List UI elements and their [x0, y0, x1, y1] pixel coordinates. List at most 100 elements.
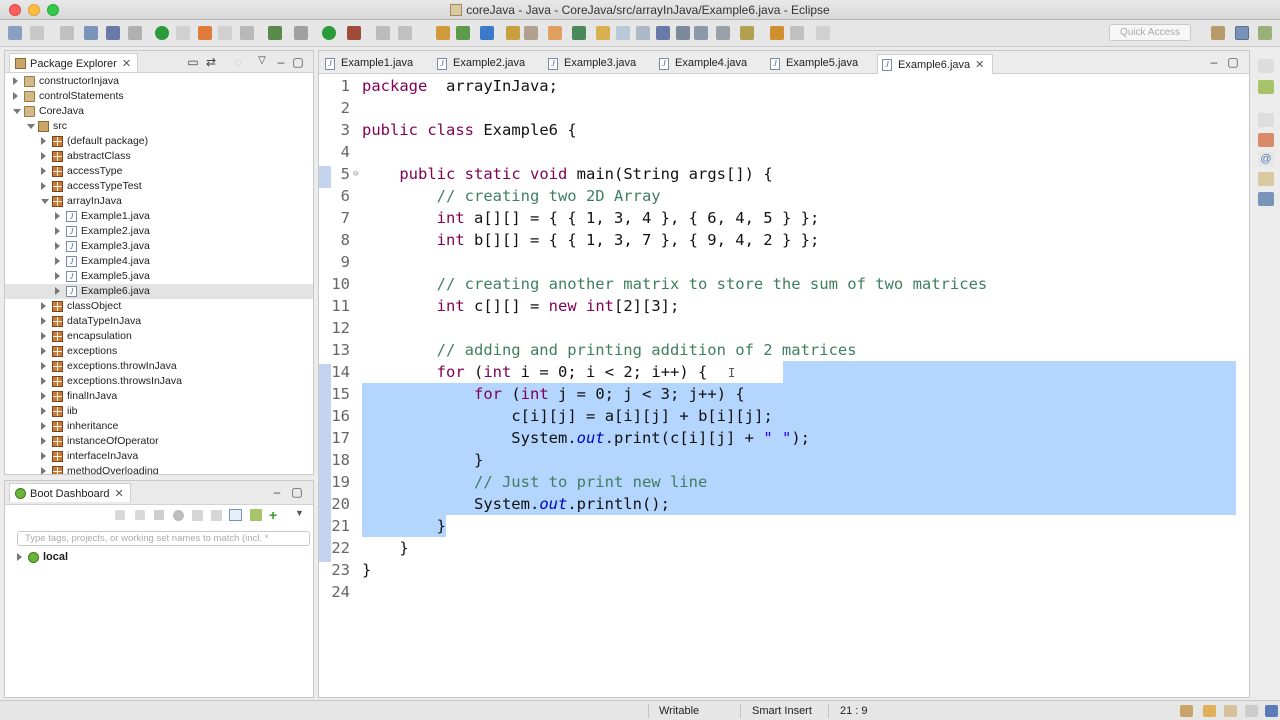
chevron-right-icon[interactable]: [41, 332, 46, 340]
tab-example6[interactable]: J Example6.java ✕: [877, 54, 994, 74]
tree-item[interactable]: interfaceInJava: [5, 449, 313, 464]
step-into-icon[interactable]: [240, 26, 254, 40]
code-line[interactable]: 7 int a[][] = { { 1, 3, 4 }, { 6, 4, 5 }…: [331, 207, 1261, 229]
debug-icon[interactable]: [135, 510, 145, 520]
tree-item-file[interactable]: J Example6.java: [5, 284, 313, 299]
close-icon[interactable]: ✕: [975, 59, 984, 71]
trim-restore-icon[interactable]: [1258, 59, 1274, 73]
tab-package-explorer[interactable]: Package Explorer ✕: [9, 53, 139, 72]
code-line[interactable]: 5 ⊖ public static void main(String args[]…: [331, 163, 1261, 185]
show-formatting-icon[interactable]: [676, 26, 690, 40]
prev-annotation-icon[interactable]: [716, 26, 730, 40]
pin-icon[interactable]: [816, 26, 830, 40]
chevron-right-icon[interactable]: [41, 362, 46, 370]
status-app-icon[interactable]: [1265, 705, 1278, 717]
debug-icon[interactable]: [294, 26, 308, 40]
chevron-right-icon[interactable]: [55, 212, 60, 220]
chevron-right-icon[interactable]: [41, 302, 46, 310]
dashboard-menu-icon[interactable]: ▼: [295, 508, 304, 518]
code-line[interactable]: 4: [331, 141, 1261, 163]
save-icon[interactable]: [30, 26, 44, 40]
tab-example5[interactable]: J Example5.java: [766, 54, 858, 74]
trim-restore-icon[interactable]: [1258, 113, 1274, 127]
tree-item[interactable]: src: [5, 119, 313, 134]
code-line[interactable]: 15 for (int j = 0; j < 3; j++) {: [331, 383, 1261, 405]
terminate-icon[interactable]: [198, 26, 212, 40]
code-line[interactable]: 11 int c[][] = new int[2][3];: [331, 295, 1261, 317]
maximize-view-icon[interactable]: ▢: [291, 55, 305, 69]
chevron-right-icon[interactable]: [41, 407, 46, 415]
open-type-icon[interactable]: [506, 26, 520, 40]
tree-item[interactable]: instanceOfOperator: [5, 434, 313, 449]
code-line[interactable]: 12: [331, 317, 1261, 339]
chevron-right-icon[interactable]: [41, 467, 46, 474]
code-line[interactable]: 19 // Just to print new line: [331, 471, 1261, 493]
code-line[interactable]: 17 System.out.print(c[i][j] + " ");: [331, 427, 1261, 449]
forward-icon[interactable]: [790, 26, 804, 40]
chevron-right-icon[interactable]: [55, 257, 60, 265]
back-icon[interactable]: [770, 26, 784, 40]
console-icon[interactable]: [1258, 192, 1274, 206]
debug-perspective-icon[interactable]: [1258, 26, 1272, 40]
tree-item[interactable]: exceptions.throwInJava: [5, 359, 313, 374]
new-icon[interactable]: [8, 26, 22, 40]
external-tools-icon[interactable]: [376, 26, 390, 40]
mark-occurrences-icon[interactable]: [596, 26, 610, 40]
focus-icon[interactable]: ◌: [231, 55, 245, 69]
console-icon[interactable]: [192, 510, 203, 521]
tree-item[interactable]: accessTypeTest: [5, 179, 313, 194]
chevron-down-icon[interactable]: [13, 109, 21, 114]
status-insert-mode[interactable]: Smart Insert: [752, 705, 812, 717]
chevron-right-icon[interactable]: [41, 377, 46, 385]
minimize-view-icon[interactable]: –: [270, 485, 284, 499]
chevron-right-icon[interactable]: [41, 422, 46, 430]
code-line[interactable]: 16 c[i][j] = a[i][j] + b[i][j];: [331, 405, 1261, 427]
stop-icon[interactable]: [154, 510, 164, 520]
layout-icon[interactable]: [229, 509, 242, 521]
tree-item-file[interactable]: J Example2.java: [5, 224, 313, 239]
new-class-icon[interactable]: [480, 26, 494, 40]
tree-item[interactable]: arrayInJava: [5, 194, 313, 209]
tab-example3[interactable]: J Example3.java: [544, 54, 636, 74]
disconnect-icon[interactable]: [218, 26, 232, 40]
block-selection-icon[interactable]: [636, 26, 650, 40]
tree-item-file[interactable]: J Example3.java: [5, 239, 313, 254]
code-line[interactable]: 22 }: [331, 537, 1261, 559]
status-cursor-position[interactable]: 21 : 9: [840, 705, 868, 717]
tree-item[interactable]: methodOverloading: [5, 464, 313, 474]
tree-item[interactable]: abstractClass: [5, 149, 313, 164]
code-line[interactable]: 8 int b[][] = { { 1, 3, 7 }, { 9, 4, 2 }…: [331, 229, 1261, 251]
close-icon[interactable]: ✕: [115, 488, 124, 500]
collapse-icon[interactable]: [250, 509, 262, 521]
code-line[interactable]: 21 }: [331, 515, 1261, 537]
chevron-right-icon[interactable]: [55, 272, 60, 280]
code-line[interactable]: 3 public class Example6 {: [331, 119, 1261, 141]
chevron-right-icon[interactable]: [41, 182, 46, 190]
tab-example2[interactable]: J Example2.java: [433, 54, 525, 74]
step-over-icon[interactable]: [268, 26, 282, 40]
fold-icon[interactable]: ⊖: [353, 163, 358, 185]
code-line[interactable]: 14 for (int i = 0; i < 2; i++) {: [331, 361, 1261, 383]
tab-boot-dashboard[interactable]: Boot Dashboard ✕: [9, 483, 131, 502]
tree-item[interactable]: encapsulation: [5, 329, 313, 344]
tasks-icon[interactable]: [1203, 705, 1216, 717]
javadoc-icon[interactable]: @: [1258, 152, 1274, 166]
tree-item[interactable]: finalInJava: [5, 389, 313, 404]
code-line[interactable]: 1 package arrayInJava;: [331, 75, 1261, 97]
chevron-right-icon[interactable]: [41, 137, 46, 145]
code-line[interactable]: 13 // adding and printing addition of 2 …: [331, 339, 1261, 361]
outline-icon[interactable]: [1258, 133, 1274, 147]
minimize-editor-icon[interactable]: –: [1207, 55, 1221, 69]
expand-local-icon[interactable]: [17, 553, 22, 561]
chevron-right-icon[interactable]: [41, 452, 46, 460]
tree-item[interactable]: (default package): [5, 134, 313, 149]
chevron-right-icon[interactable]: [13, 77, 18, 85]
run-config-icon[interactable]: [347, 26, 361, 40]
chevron-right-icon[interactable]: [41, 437, 46, 445]
link-editor-icon[interactable]: ⇄: [204, 55, 218, 69]
coverage-icon[interactable]: [398, 26, 412, 40]
new-package-icon[interactable]: [456, 26, 470, 40]
chevron-right-icon[interactable]: [41, 392, 46, 400]
chevron-down-icon[interactable]: [27, 124, 35, 129]
add-target-icon[interactable]: +: [269, 507, 277, 523]
